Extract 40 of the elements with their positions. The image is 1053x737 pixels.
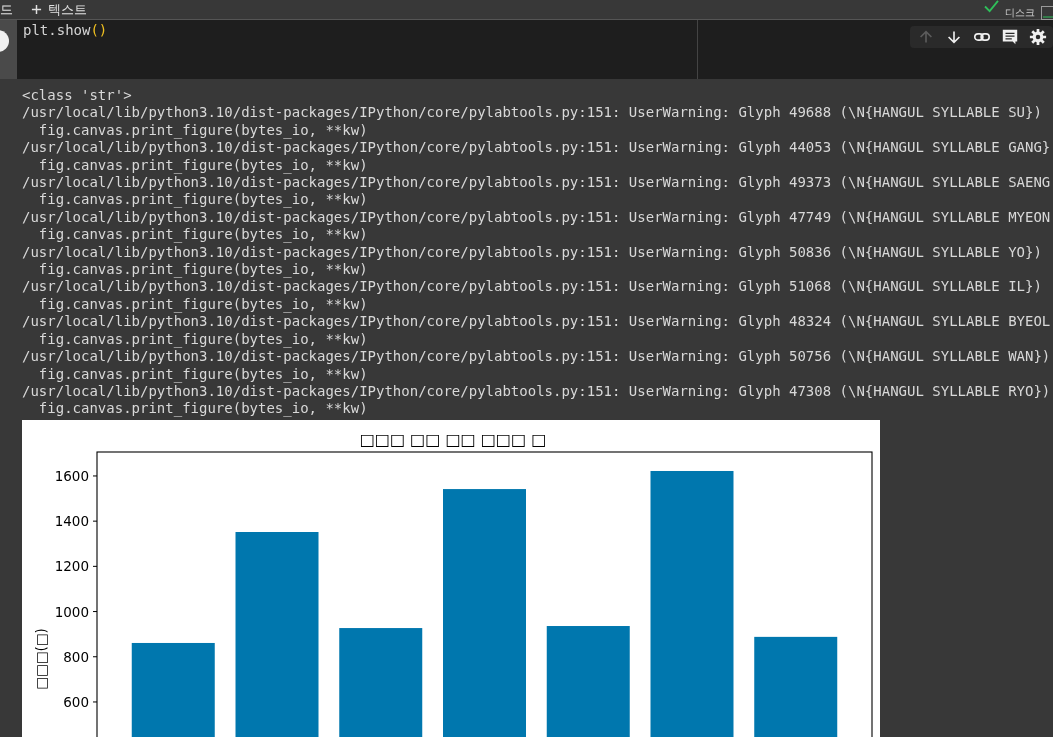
- y-tick-label: 600: [63, 693, 89, 710]
- output-line: /usr/local/lib/python3.10/dist-packages/IPython/core/pylabtools.py:151: UserWarning: Glyph 48324 (\N{HANGUL SYLLABLE BYEOL: [22, 313, 1052, 331]
- code-line: plt.show(): [23, 23, 108, 37]
- output-line: /usr/local/lib/python3.10/dist-packages/IPython/core/pylabtools.py:151: UserWarning: Glyph 49373 (\N{HANGUL SYLLABLE SAENG: [22, 174, 1052, 192]
- y-tick-label: 800: [63, 648, 89, 665]
- output-line: /usr/local/lib/python3.10/dist-packages/IPython/core/pylabtools.py:151: UserWarning: Glyph 44053 (\N{HANGUL SYLLABLE GANG}: [22, 139, 1052, 157]
- toolbar-button[interactable]: 드: [0, 3, 15, 16]
- check-icon: [984, 0, 999, 13]
- output-line: /usr/local/lib/python3.10/dist-packages/IPython/core/pylabtools.py:151: UserWarning: Glyph 47749 (\N{HANGUL SYLLABLE MYEON: [22, 208, 1052, 227]
- y-axis-label: □□□(□): [33, 627, 49, 690]
- tick-mark: [92, 655, 98, 657]
- resource-meter-icon: [1041, 5, 1053, 20]
- output-line: /usr/local/lib/python3.10/dist-packages/IPython/core/pylabtools.py:151: UserWarning: Glyph 49688 (\N{HANGUL SYLLABLE SU}): [22, 104, 1043, 122]
- tick-mark: [92, 475, 98, 477]
- chart-title: □□□ □□ □□ □□□ □: [359, 429, 547, 449]
- y-tick-label: 1200: [54, 558, 89, 575]
- y-tick-label: 1600: [54, 467, 89, 484]
- plus-icon: [31, 4, 42, 15]
- tick-mark: [92, 520, 98, 522]
- output-line: fig.canvas.print_figure(bytes_io, **kw): [37, 400, 369, 418]
- output-line: fig.canvas.print_figure(bytes_io, **kw): [37, 226, 369, 244]
- y-tick-label: 1400: [54, 512, 89, 529]
- output-line: <class 'str'>: [22, 87, 133, 105]
- disk-label: 디스크: [1005, 5, 1035, 20]
- output-line: fig.canvas.print_figure(bytes_io, **kw): [37, 365, 369, 383]
- tick-mark: [92, 610, 98, 612]
- output-line: /usr/local/lib/python3.10/dist-packages/IPython/core/pylabtools.py:151: UserWarning: Glyph 47308 (\N{HANGUL SYLLABLE RYO}): [22, 382, 1052, 401]
- output-line: /usr/local/lib/python3.10/dist-packages/IPython/core/pylabtools.py:151: UserWarning: Glyph 50756 (\N{HANGUL SYLLABLE WAN}): [22, 348, 1052, 366]
- tick-mark: [92, 701, 98, 703]
- output-line: fig.canvas.print_figure(bytes_io, **kw): [37, 121, 369, 140]
- output-line: fig.canvas.print_figure(bytes_io, **kw): [37, 330, 369, 349]
- tick-mark: [92, 565, 98, 567]
- output-line: fig.canvas.print_figure(bytes_io, **kw): [37, 156, 369, 175]
- toolbar-button[interactable]: 텍스트: [29, 3, 89, 16]
- output-line: fig.canvas.print_figure(bytes_io, **kw): [37, 191, 369, 209]
- y-tick-label: 1000: [54, 603, 89, 620]
- output-line: fig.canvas.print_figure(bytes_io, **kw): [37, 261, 369, 279]
- output-line: fig.canvas.print_figure(bytes_io, **kw): [37, 295, 369, 314]
- output-line: /usr/local/lib/python3.10/dist-packages/IPython/core/pylabtools.py:151: UserWarning: Glyph 50836 (\N{HANGUL SYLLABLE YO}): [22, 243, 1043, 262]
- output-line: /usr/local/lib/python3.10/dist-packages/IPython/core/pylabtools.py:151: UserWarning: Glyph 51068 (\N{HANGUL SYLLABLE IL}): [22, 278, 1043, 296]
